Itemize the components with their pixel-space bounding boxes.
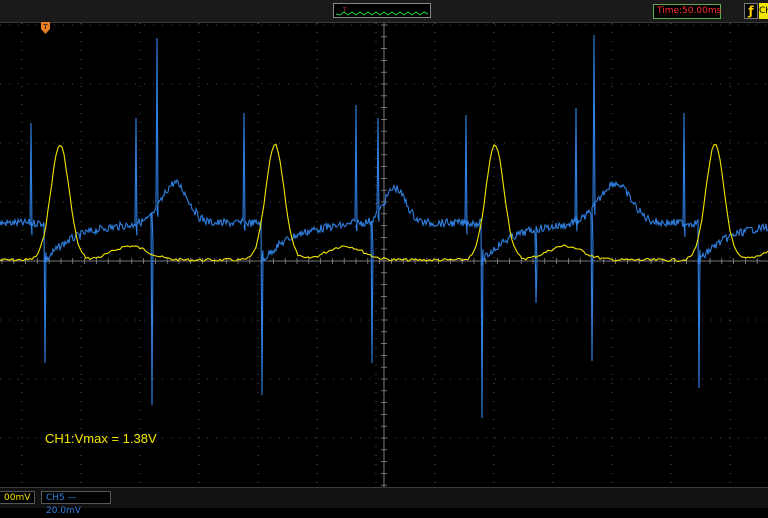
svg-text:T: T xyxy=(342,7,347,14)
rising-edge-icon[interactable]: ƒ xyxy=(744,3,758,19)
grid xyxy=(0,23,768,487)
trigger-source-label[interactable]: CH1 xyxy=(759,3,768,19)
waveform-mini-trace: T xyxy=(335,7,429,16)
ch1-scale-label[interactable]: 00mV xyxy=(0,491,36,504)
channel-status-bar: 00mV CH5 — 20.0mV xyxy=(0,487,768,516)
timebase-readout[interactable]: Time:50.00ms xyxy=(653,4,721,19)
top-toolbar: T Time:50.00ms ƒ CH1 xyxy=(0,0,768,23)
oscilloscope-display[interactable] xyxy=(0,23,768,487)
vmax-measurement: CH1:Vmax = 1.38V xyxy=(45,431,157,446)
ch5-scale-label[interactable]: CH5 — 20.0mV xyxy=(41,491,111,516)
waveform-mini-icon[interactable]: T xyxy=(333,3,431,18)
